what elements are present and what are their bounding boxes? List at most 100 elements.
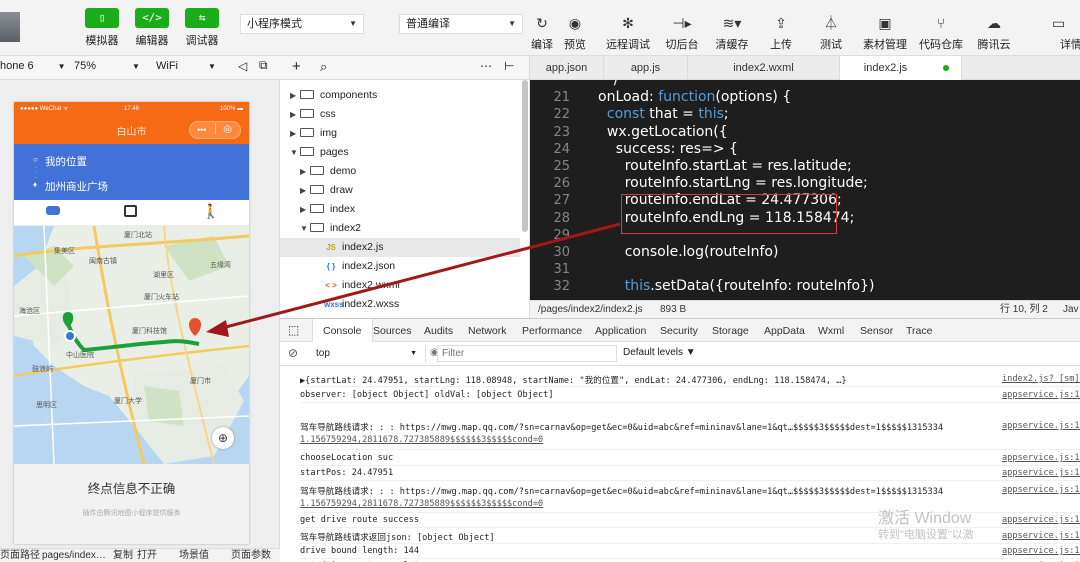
clear-console-icon[interactable]: ⊘ bbox=[288, 346, 298, 360]
end-pin-icon: ♦ bbox=[33, 180, 38, 189]
compile-select[interactable]: 普通编译 ▼ bbox=[399, 14, 523, 34]
devtools-tab-audits[interactable]: Audits bbox=[424, 319, 453, 343]
tencent-cloud-button[interactable]: ☁ 腾讯云 bbox=[965, 14, 1023, 52]
devtools-tab-appdata[interactable]: AppData bbox=[764, 319, 805, 343]
tree-item[interactable]: ▼ pages bbox=[290, 143, 520, 162]
console-filter-input[interactable] bbox=[437, 345, 617, 362]
tree-item[interactable]: JS index2.js bbox=[280, 238, 520, 257]
device-select[interactable]: hone 6 ▼ bbox=[0, 60, 66, 72]
file-tree-scrollbar[interactable] bbox=[522, 80, 528, 232]
console-source-link[interactable]: index2.js? [sm]:32 bbox=[1002, 374, 1080, 384]
devtools-tab-security[interactable]: Security bbox=[660, 319, 698, 343]
copy-link[interactable]: 复制 bbox=[113, 549, 133, 562]
chevron-right-icon[interactable]: ▶ bbox=[300, 162, 310, 181]
code-editor[interactable]: */21 onLoad: function(options) {22 const … bbox=[530, 80, 1080, 300]
tree-item[interactable]: { } index2.json bbox=[314, 257, 520, 276]
tree-item[interactable]: wxssindex2.wxss bbox=[314, 295, 520, 314]
tree-item[interactable]: < > index2.wxml bbox=[314, 276, 520, 295]
tree-item[interactable]: ▶ components bbox=[290, 86, 520, 105]
zoom-select[interactable]: 75% ▼ bbox=[74, 60, 140, 72]
console-source-link[interactable]: appservice.js:1091 bbox=[1002, 531, 1080, 541]
scene-value-label[interactable]: 场景值 bbox=[179, 549, 209, 562]
bus-icon[interactable] bbox=[124, 205, 137, 217]
search-icon[interactable]: ⌕ bbox=[320, 59, 327, 75]
devtools-tab-wxml[interactable]: Wxml bbox=[818, 319, 844, 343]
folder-icon bbox=[310, 223, 324, 232]
devtools-tab-performance[interactable]: Performance bbox=[522, 319, 582, 343]
tree-item[interactable]: ▶ img bbox=[290, 124, 520, 143]
chevron-right-icon[interactable]: ▶ bbox=[300, 200, 310, 219]
car-icon[interactable] bbox=[46, 206, 60, 215]
add-icon[interactable]: + bbox=[292, 58, 301, 75]
more-icon[interactable]: ••• bbox=[197, 122, 206, 138]
devtools-tab-trace[interactable]: Trace bbox=[906, 319, 932, 343]
console-source-link[interactable]: appservice.js:1091 bbox=[1002, 421, 1080, 431]
test-button[interactable]: ⏃ 测试 bbox=[802, 14, 860, 52]
volume-icon[interactable]: ◁ bbox=[238, 59, 247, 73]
collapse-panel-icon[interactable]: ⊢ bbox=[504, 59, 514, 73]
locate-me-icon[interactable]: ⊕ bbox=[212, 427, 234, 449]
console-source-link[interactable]: appservice.js:1091 bbox=[1002, 485, 1080, 495]
open-link[interactable]: 打开 bbox=[137, 549, 157, 562]
end-location[interactable]: 加州商业广场 bbox=[45, 179, 108, 194]
chevron-right-icon[interactable]: ▶ bbox=[290, 86, 300, 105]
inspect-element-icon[interactable]: ⬚ bbox=[288, 323, 299, 337]
devtools-tab-application[interactable]: Application bbox=[595, 319, 646, 343]
line-number: 25 bbox=[553, 159, 570, 174]
devtools-tab-network[interactable]: Network bbox=[468, 319, 507, 343]
chevron-right-icon[interactable]: ▶ bbox=[290, 105, 300, 124]
console-source-link[interactable]: appservice.js:1091 bbox=[1002, 546, 1080, 556]
tab-index2-wxml[interactable]: index2.wxml bbox=[688, 56, 840, 80]
chevron-right-icon[interactable]: ▶ bbox=[300, 181, 310, 200]
mode-select[interactable]: 小程序模式 ▼ bbox=[240, 14, 364, 34]
popout-icon[interactable]: ⧉ bbox=[259, 58, 268, 73]
file-explorer-toolbar: + ⌕ ⋯ ⊢ bbox=[280, 56, 529, 80]
console-source-link[interactable]: appservice.js:1091 bbox=[1002, 515, 1080, 525]
tree-item[interactable]: ▶ index bbox=[300, 200, 520, 219]
network-select[interactable]: WiFi ▼ bbox=[156, 60, 216, 72]
console-source-link[interactable]: appservice.js:1091 bbox=[1002, 468, 1080, 478]
preview-button[interactable]: ◉ 预览 bbox=[546, 14, 604, 52]
chevron-down-icon[interactable]: ▼ bbox=[290, 143, 300, 162]
console-message: startPos: 24.47951 bbox=[300, 468, 394, 478]
devtools-tab-storage[interactable]: Storage bbox=[712, 319, 749, 343]
console-url-link[interactable]: 1.156759294,2811678.727385889$$$$$$3$$$$… bbox=[300, 435, 980, 445]
tree-item[interactable]: ▼ index2 bbox=[300, 219, 520, 238]
console-source-link[interactable]: appservice.js:1091 bbox=[1002, 453, 1080, 463]
chevron-right-icon[interactable]: ▶ bbox=[290, 124, 300, 143]
walk-icon[interactable]: 🚶 bbox=[202, 203, 219, 220]
map-label: 集美区 bbox=[54, 248, 75, 255]
context-select[interactable]: top ▼ bbox=[310, 345, 426, 363]
log-levels-select[interactable]: Default levels ▼ bbox=[623, 347, 696, 358]
map-label: 湖里区 bbox=[153, 272, 174, 279]
chevron-down-icon[interactable]: ▼ bbox=[300, 219, 310, 238]
tree-item-label: pages bbox=[320, 146, 349, 158]
tree-item[interactable]: ▶ css bbox=[290, 105, 520, 124]
console-source-link[interactable]: appservice.js:1091 bbox=[1002, 390, 1080, 400]
details-button[interactable]: ▭ 详情 bbox=[1044, 14, 1080, 52]
code-repo-button[interactable]: ⑂ 代码仓库 bbox=[912, 14, 970, 52]
material-button[interactable]: ▣ 素材管理 bbox=[856, 14, 914, 52]
avatar[interactable] bbox=[0, 12, 20, 42]
devtools-tab-console[interactable]: Console bbox=[312, 319, 373, 343]
capsule-menu[interactable]: ••• ◎ bbox=[189, 121, 241, 139]
file-explorer: + ⌕ ⋯ ⊢ ▶ components ▶ css ▶ img ▼ pages ▶ demo ▶ d… bbox=[280, 56, 530, 318]
chevron-down-icon: ▼ bbox=[349, 19, 357, 28]
tree-item[interactable]: ▶ draw bbox=[300, 181, 520, 200]
tree-item[interactable]: ▶ demo bbox=[300, 162, 520, 181]
tab-app-js[interactable]: app.js bbox=[604, 56, 688, 80]
cursor-position[interactable]: 行 10, 列 2 bbox=[1000, 301, 1048, 319]
devtools-tab-sources[interactable]: Sources bbox=[373, 319, 412, 343]
start-location[interactable]: 我的位置 bbox=[45, 154, 87, 169]
tab-index2-js[interactable]: index2.js bbox=[840, 56, 962, 80]
remote-debug-button[interactable]: ✻ 远程调试 bbox=[599, 14, 657, 52]
devtools-tab-sensor[interactable]: Sensor bbox=[860, 319, 893, 343]
debugger-button[interactable]: ⇆ 调试器 bbox=[172, 8, 232, 48]
more-icon[interactable]: ⋯ bbox=[480, 59, 492, 73]
close-target-icon[interactable]: ◎ bbox=[223, 122, 232, 138]
tab-app-json[interactable]: app.json bbox=[530, 56, 604, 80]
route-map[interactable]: 湖里区 思明区 海沧区 中山医院 厦门市 集美区 厦门大学 鼓浪屿 厦门火车站 … bbox=[14, 226, 249, 464]
language-mode[interactable]: Jav bbox=[1063, 301, 1079, 319]
console-message: 驾车导航路线请求: : : https://mwg.map.qq.com/?sn… bbox=[300, 487, 944, 497]
page-params-label[interactable]: 页面参数 bbox=[231, 549, 271, 562]
